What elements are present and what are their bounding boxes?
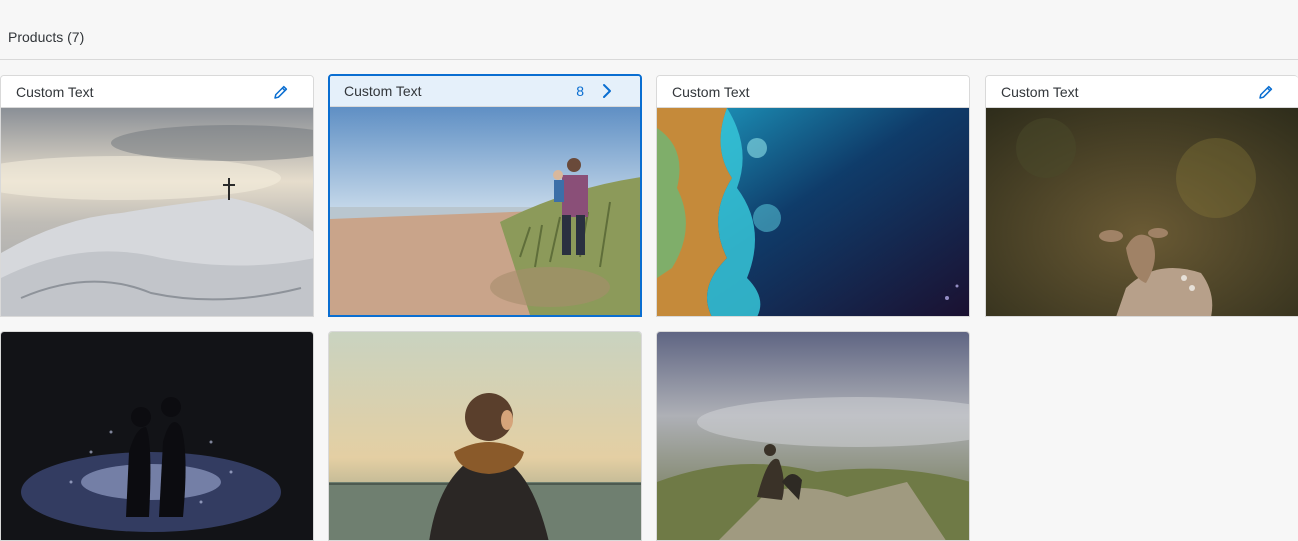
- card-header: Custom Text: [657, 76, 969, 108]
- rain-night-image: [1, 332, 313, 540]
- chevron-right-icon[interactable]: [600, 82, 614, 100]
- card-image: [1, 332, 313, 540]
- product-card[interactable]: [328, 331, 642, 541]
- card-image: [330, 107, 640, 315]
- card-title: Custom Text: [344, 83, 422, 99]
- card-header: Custom Text 8: [330, 76, 640, 107]
- edit-icon[interactable]: [1257, 83, 1275, 101]
- card-image: [986, 108, 1298, 316]
- page-title: Products (7): [8, 29, 85, 45]
- snowy-mountain-image: [1, 108, 313, 316]
- card-image: [657, 332, 969, 540]
- toolbar: Products (7): [0, 0, 1298, 60]
- product-card[interactable]: [656, 331, 970, 541]
- edit-icon[interactable]: [272, 83, 290, 101]
- card-title: Custom Text: [672, 84, 750, 100]
- card-image: [657, 108, 969, 316]
- satellite-image: [657, 108, 969, 316]
- card-header: Custom Text: [1, 76, 313, 108]
- cliff-mist-image: [657, 332, 969, 540]
- beach-image: [330, 107, 640, 315]
- card-header: Custom Text: [986, 76, 1298, 108]
- deer-image: [986, 108, 1298, 316]
- card-title: Custom Text: [16, 84, 94, 100]
- card-image: [329, 332, 641, 540]
- card-title: Custom Text: [1001, 84, 1079, 100]
- product-card[interactable]: Custom Text: [0, 75, 314, 317]
- product-card[interactable]: Custom Text: [985, 75, 1298, 317]
- card-image: [1, 108, 313, 316]
- scarf-sea-image: [329, 332, 641, 540]
- product-card[interactable]: [0, 331, 314, 541]
- product-card[interactable]: Custom Text: [656, 75, 970, 317]
- card-count: 8: [576, 83, 584, 99]
- product-card-selected[interactable]: Custom Text 8: [328, 74, 642, 317]
